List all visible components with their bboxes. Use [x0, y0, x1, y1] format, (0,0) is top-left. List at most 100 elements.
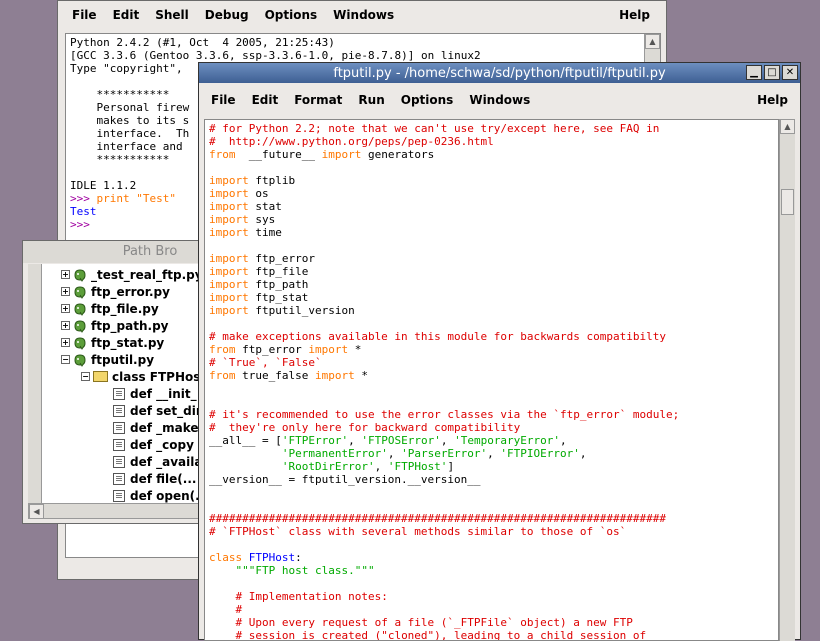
tree-item[interactable]: def set_dir [101, 402, 202, 419]
minimize-icon[interactable]: ▁ [746, 65, 762, 80]
code-token: # Implementation notes: [235, 590, 388, 603]
code-token: * [348, 343, 362, 356]
code-token: 'FTPIOError' [500, 447, 580, 460]
code-token: sys [248, 213, 276, 226]
tree-item[interactable]: def _availa [101, 453, 202, 470]
code-token: from [209, 369, 236, 382]
shell-menu-help[interactable]: Help [611, 8, 658, 22]
expand-icon[interactable]: + [61, 321, 70, 330]
code-token: ftp_stat [248, 291, 309, 304]
editor-menu-help[interactable]: Help [749, 93, 796, 107]
code-token: from [209, 148, 236, 161]
tree-item[interactable]: + ftp_error.py [61, 283, 170, 300]
code-token: * [354, 369, 368, 382]
tree-item[interactable]: def open(. [101, 487, 200, 504]
code-token: __future__ [235, 148, 322, 161]
editor-titlebar[interactable]: ftputil.py - /home/schwa/sd/python/ftput… [199, 63, 800, 83]
editor-menu-edit[interactable]: Edit [244, 93, 287, 107]
tree-item[interactable]: def _make [101, 419, 199, 436]
code-token: import [209, 278, 249, 291]
editor-scroll-thumb[interactable] [781, 189, 794, 215]
shell-menu-options[interactable]: Options [257, 8, 326, 22]
code-token: 'FTPHost' [387, 460, 448, 473]
function-icon [113, 489, 125, 502]
shell-menu-edit[interactable]: Edit [105, 8, 148, 22]
path-browser-tree[interactable]: + _test_real_ftp.py + ftp_error.py + ftp_file… [29, 264, 217, 504]
editor-menu-options[interactable]: Options [393, 93, 462, 107]
collapse-icon[interactable]: − [81, 372, 90, 381]
path-browser-titlebar[interactable]: Path Bro [23, 241, 217, 263]
shell-scroll-up-icon[interactable]: ▲ [645, 34, 660, 49]
editor-vertical-scrollbar[interactable]: ▲ [779, 119, 795, 641]
editor-window-controls: ▁ □ ✕ [746, 65, 798, 80]
expand-icon[interactable]: + [61, 287, 70, 296]
code-token: stat [248, 200, 282, 213]
tree-item[interactable]: def file(... [101, 470, 196, 487]
python-file-icon [73, 268, 87, 282]
code-line: # Upon every request of a file (`_FTPFil… [209, 616, 774, 629]
editor-menu-file[interactable]: File [203, 93, 244, 107]
code-token: , [579, 447, 587, 460]
code-token: , [374, 460, 388, 473]
path-browser-horizontal-scrollbar[interactable]: ◀ [28, 503, 217, 519]
tree-item[interactable]: − class FTPHost [81, 368, 206, 385]
code-line: __version__ = ftputil_version.__version_… [209, 473, 774, 486]
collapse-icon[interactable]: − [61, 355, 70, 364]
code-line: # Implementation notes: [209, 590, 774, 603]
code-line: import ftp_file [209, 265, 774, 278]
code-line: from true_false import * [209, 369, 774, 382]
shell-menu-shell[interactable]: Shell [147, 8, 197, 22]
code-line: class FTPHost: [209, 551, 774, 564]
editor-menu-run[interactable]: Run [350, 93, 392, 107]
maximize-icon[interactable]: □ [764, 65, 780, 80]
tree-item[interactable]: def __init_ [101, 385, 197, 402]
code-token: ftplib [248, 174, 296, 187]
code-token: , [487, 447, 501, 460]
code-token: , [387, 447, 402, 460]
tree-item[interactable]: def _copy [101, 436, 194, 453]
code-line: # [209, 603, 774, 616]
tree-item[interactable]: + ftp_file.py [61, 300, 159, 317]
expand-icon[interactable]: + [61, 304, 70, 313]
code-token: # make exceptions available in this modu… [209, 330, 666, 343]
path-browser-scroll-left-icon[interactable]: ◀ [29, 504, 44, 519]
code-token: : [295, 551, 302, 564]
code-token: ftp_file [248, 265, 309, 278]
code-line: # `FTPHost` class with several methods s… [209, 525, 774, 538]
python-file-icon [73, 353, 87, 367]
tree-item[interactable]: + ftp_path.py [61, 317, 168, 334]
tree-item[interactable]: + ftp_stat.py [61, 334, 164, 351]
code-line: # for Python 2.2; note that we can't use… [209, 122, 774, 135]
editor-scroll-up-icon[interactable]: ▲ [780, 119, 795, 134]
code-line: import ftp_error [209, 252, 774, 265]
tree-item-label: ftp_file.py [91, 301, 159, 316]
tree-item-label: ftputil.py [91, 352, 155, 367]
shell-menu-debug[interactable]: Debug [197, 8, 257, 22]
editor-menu-format[interactable]: Format [286, 93, 350, 107]
code-line: import ftp_path [209, 278, 774, 291]
editor-code-lines: # for Python 2.2; note that we can't use… [209, 122, 774, 640]
shell-menu-file[interactable]: File [64, 8, 105, 22]
code-line: # it's recommended to use the error clas… [209, 408, 774, 421]
code-line: ########################################… [209, 512, 774, 525]
tree-item[interactable]: − ftputil.py [61, 351, 154, 368]
function-icon [113, 455, 125, 468]
code-line: import ftp_stat [209, 291, 774, 304]
shell-menu-windows[interactable]: Windows [325, 8, 402, 22]
expand-icon[interactable]: + [61, 338, 70, 347]
code-token: 'RootDirError' [281, 460, 375, 473]
expand-icon[interactable]: + [61, 270, 70, 279]
code-token: 'TemporaryError' [454, 434, 561, 447]
close-icon[interactable]: ✕ [782, 65, 798, 80]
tree-item[interactable]: + _test_real_ftp.py [61, 266, 203, 283]
editor-menu-windows[interactable]: Windows [461, 93, 538, 107]
editor-code-area[interactable]: # for Python 2.2; note that we can't use… [204, 119, 779, 641]
code-line: # `True`, `False` [209, 356, 774, 369]
path-browser-vertical-scrollbar[interactable] [28, 264, 42, 504]
